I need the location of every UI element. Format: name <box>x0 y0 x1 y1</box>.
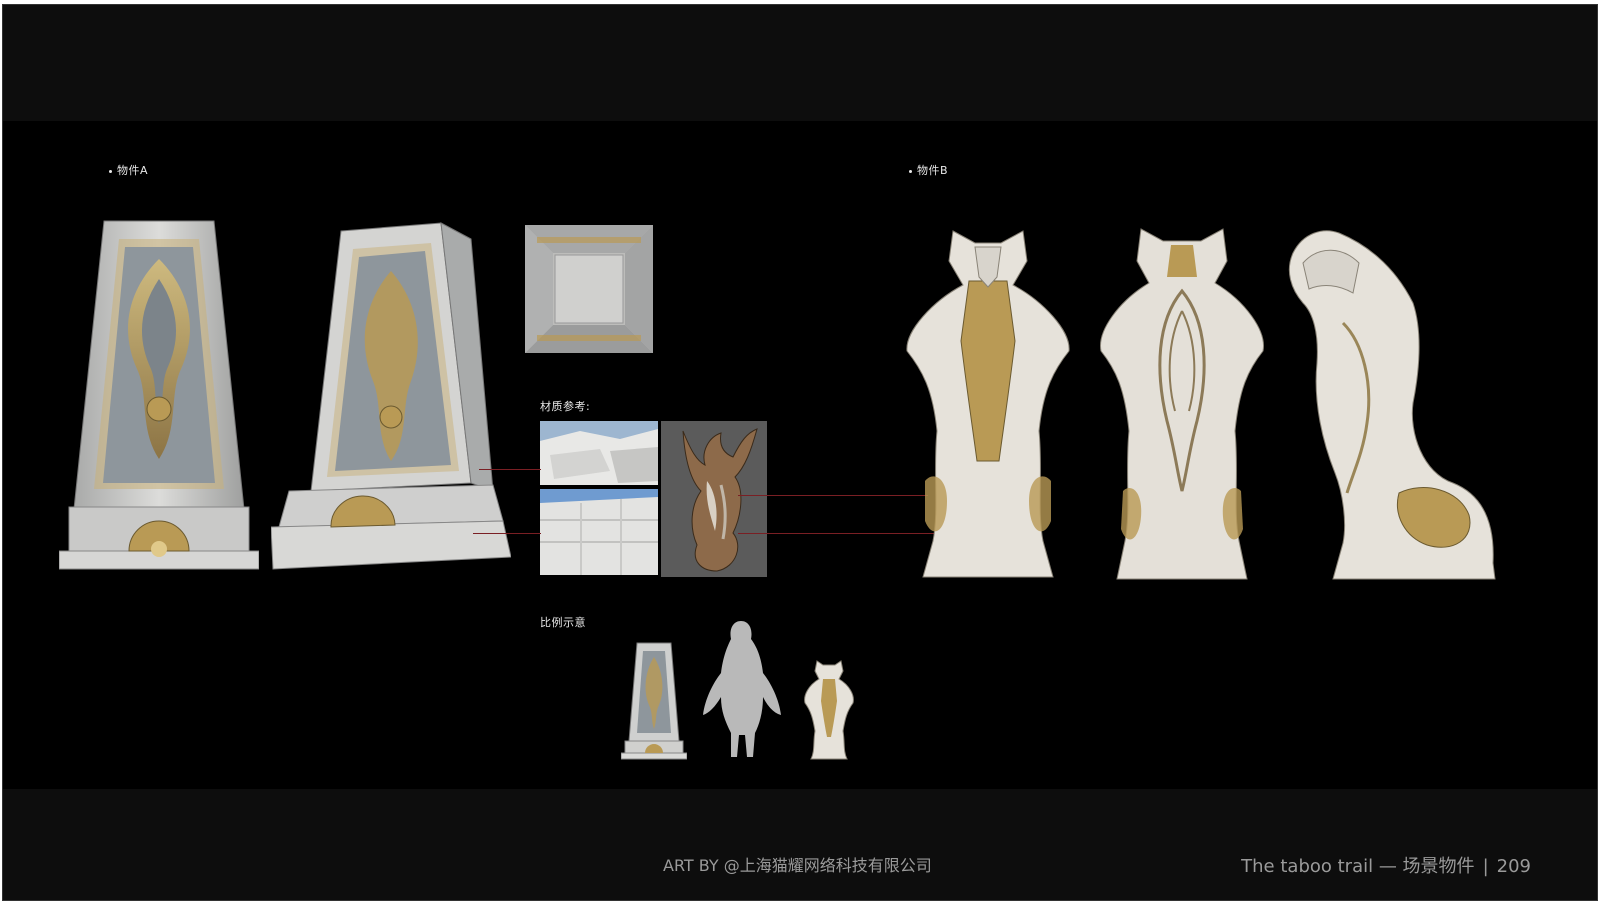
material-reference-label: 材质参考: <box>540 400 591 413</box>
footer-separator: | <box>1482 856 1489 877</box>
object-b-side-render <box>1288 230 1496 580</box>
character-silhouette-icon <box>703 621 781 757</box>
top-band <box>3 5 1597 121</box>
scale-object-b-thumbnail <box>804 660 854 760</box>
object-a-top-view-render <box>525 225 653 353</box>
object-b-back-render <box>1100 228 1264 580</box>
page: 物件A 物件B 材质参考: 比例示意 ART BY @上海猫耀网络科技有限公司 … <box>0 0 1602 904</box>
connector-line <box>479 469 541 470</box>
connector-line <box>473 533 541 534</box>
artist-credit: ART BY @上海猫耀网络科技有限公司 <box>663 856 932 875</box>
label-object-b-text: 物件B <box>917 164 949 177</box>
marble-quarry-photo-2 <box>540 489 658 575</box>
label-object-a: 物件A <box>109 162 148 178</box>
label-object-b: 物件B <box>909 162 948 178</box>
connector-line <box>738 495 928 496</box>
object-b-front-render <box>906 230 1070 578</box>
project-title: The taboo trail — 场景物件 <box>1241 856 1475 877</box>
gold-statue-reference-photo <box>661 421 767 577</box>
object-a-perspective-render <box>271 222 511 570</box>
footer-title: The taboo trail — 场景物件 | 209 <box>1241 852 1531 878</box>
scale-object-a-thumbnail <box>621 642 687 760</box>
scale-reference-label: 比例示意 <box>540 616 586 629</box>
marble-quarry-photo-1 <box>540 421 658 485</box>
bullet-dot <box>109 169 112 173</box>
bottom-band <box>3 789 1597 900</box>
object-a-front-render <box>59 220 259 570</box>
page-number: 209 <box>1496 856 1531 877</box>
slide: 物件A 物件B 材质参考: 比例示意 ART BY @上海猫耀网络科技有限公司 … <box>2 4 1598 901</box>
label-object-a-text: 物件A <box>117 164 149 177</box>
bullet-dot <box>909 169 912 173</box>
